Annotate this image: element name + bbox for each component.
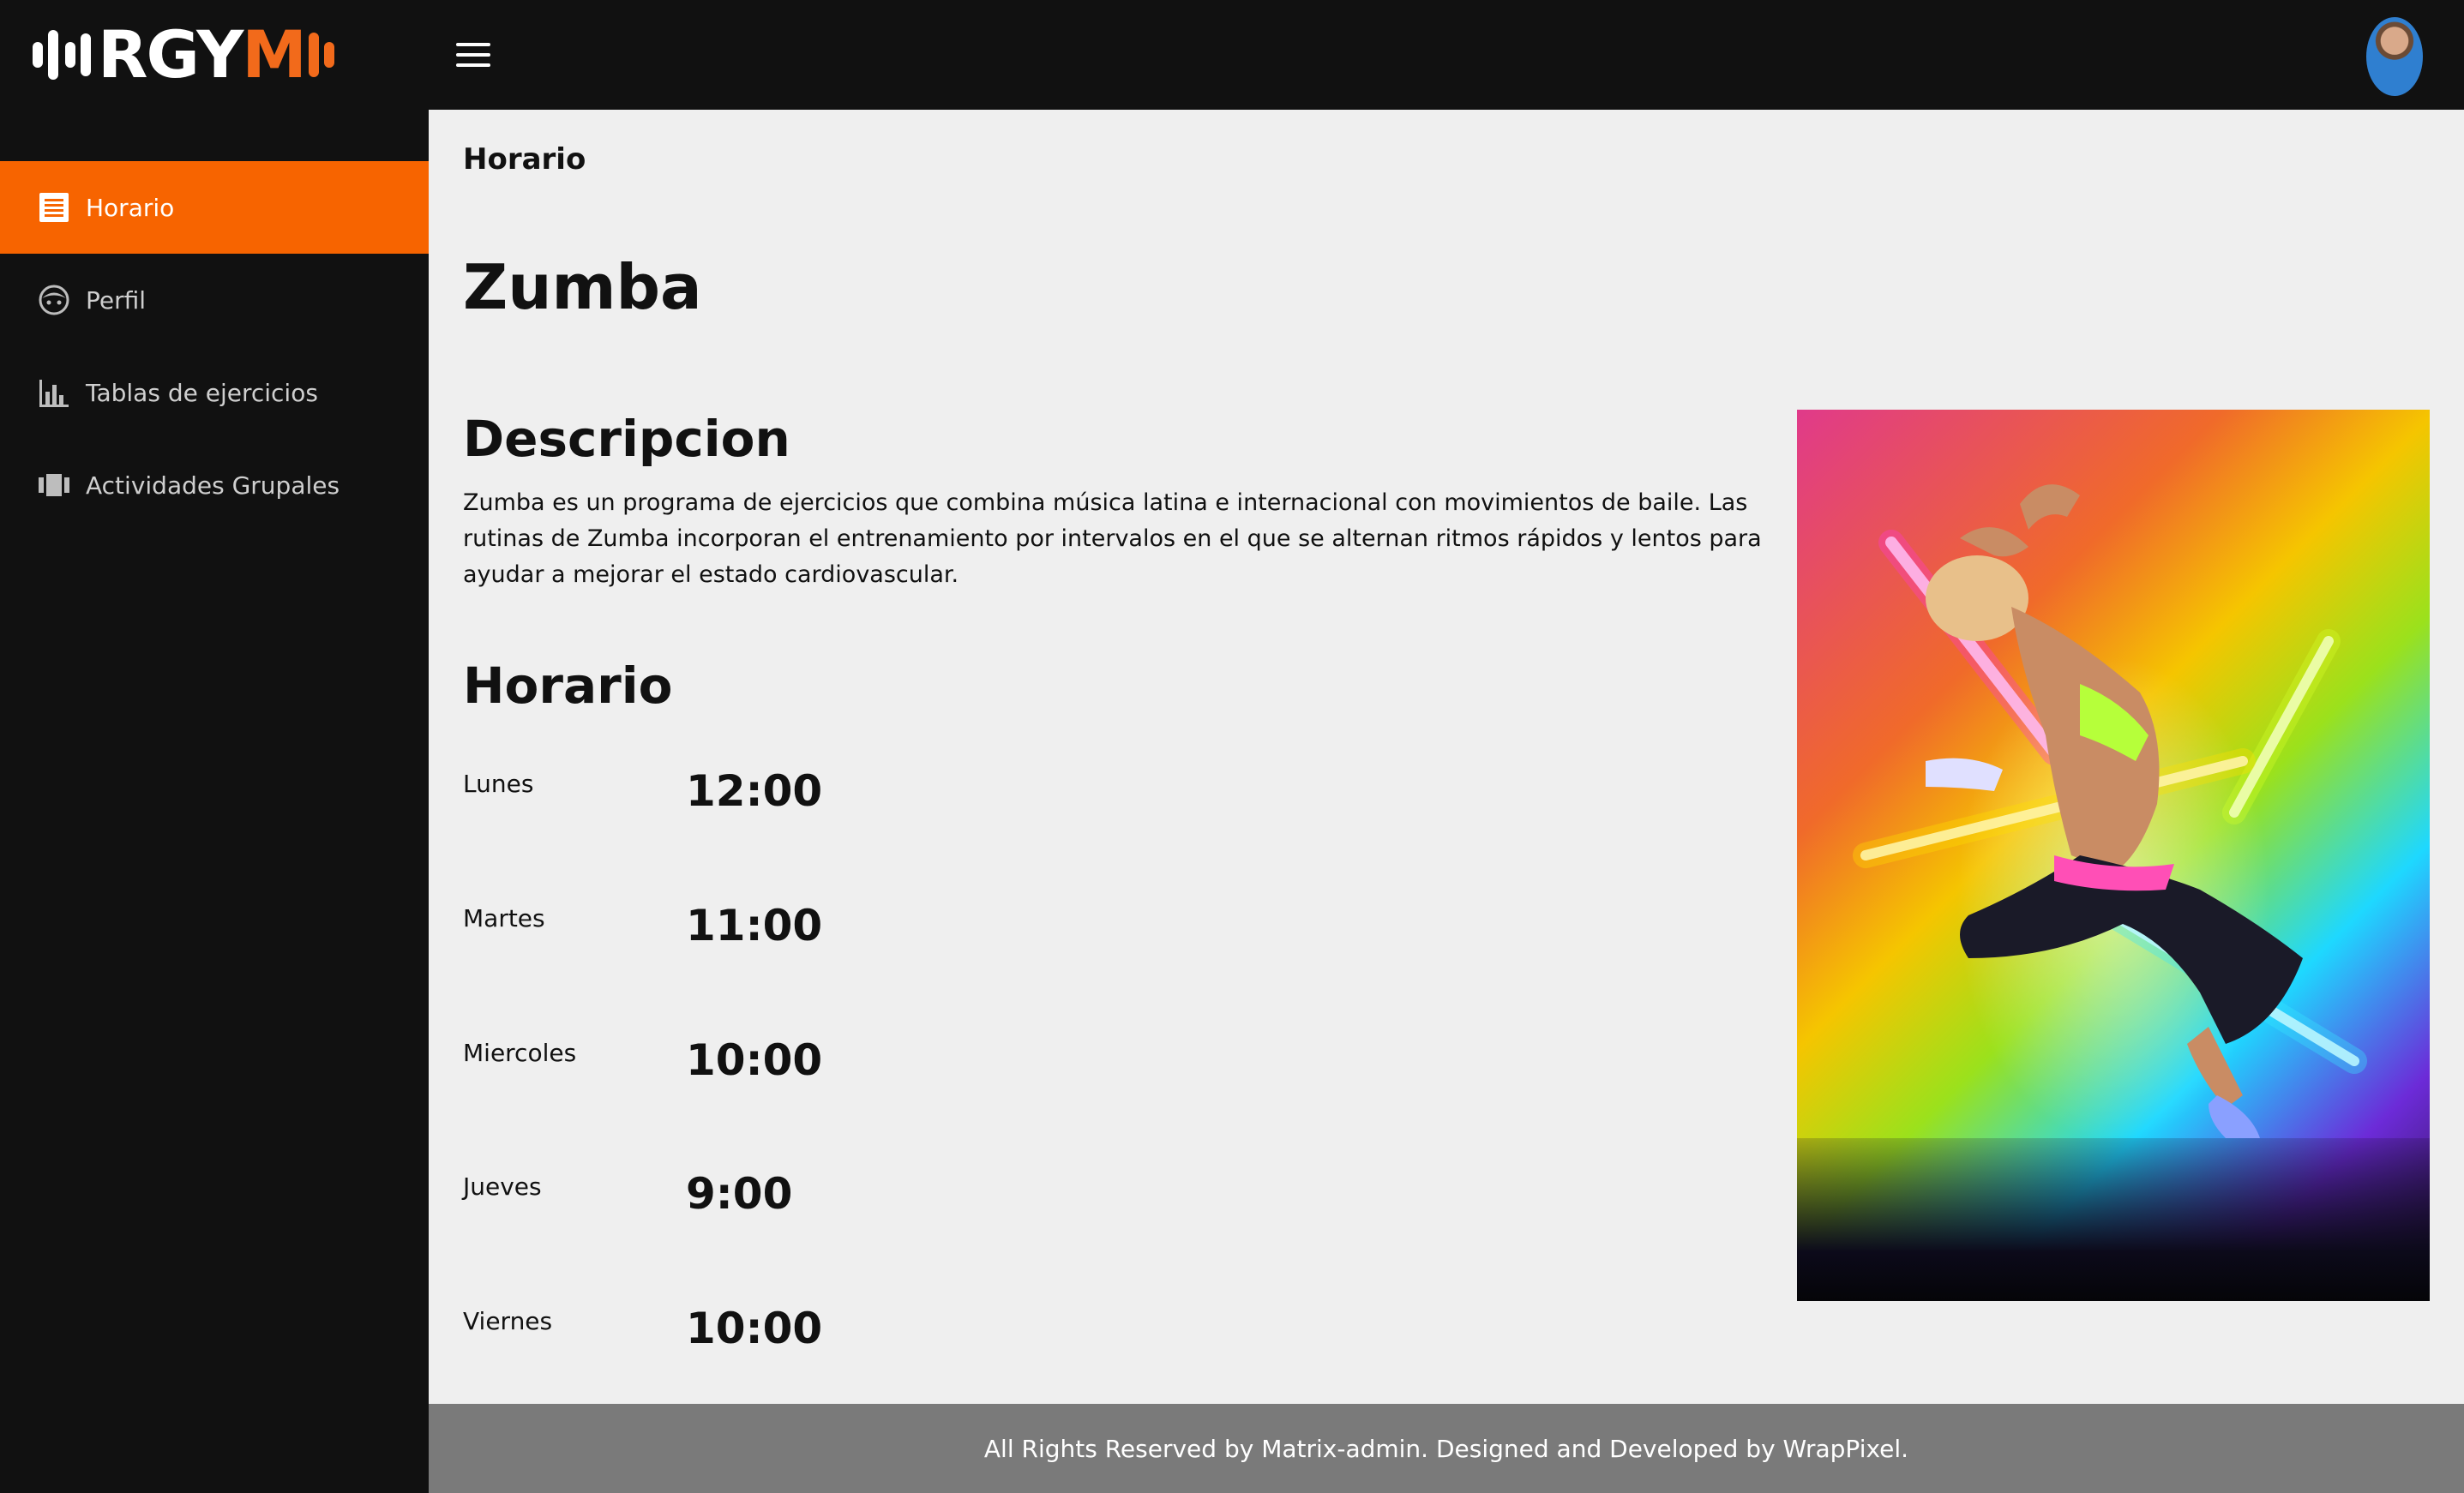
logo[interactable]: RGY M xyxy=(33,22,334,87)
sidebar-item-label: Horario xyxy=(86,193,175,222)
sidebar-item-horario[interactable]: Horario xyxy=(0,161,429,254)
schedule-row: Martes 11:00 xyxy=(463,901,1149,964)
description-text: Zumba es un programa de ejercicios que c… xyxy=(463,489,1762,588)
footer: All Rights Reserved by Matrix-admin. Des… xyxy=(429,1404,2464,1493)
page-title: Zumba xyxy=(463,251,702,323)
group-activity-icon xyxy=(38,469,70,501)
image-floor xyxy=(1797,1138,2430,1301)
sidebar-item-actividades[interactable]: Actividades Grupales xyxy=(0,439,429,531)
equalizer-icon xyxy=(33,30,58,80)
breadcrumb: Horario xyxy=(463,142,586,177)
activity-image xyxy=(1797,410,2430,1301)
bar-chart-icon xyxy=(38,376,70,409)
logo-text: RGY xyxy=(98,16,243,93)
schedule-time: 11:00 xyxy=(686,901,823,950)
schedule-icon xyxy=(38,191,70,224)
schedule-row: Lunes 12:00 xyxy=(463,766,1149,830)
schedule-day: Viernes xyxy=(463,1307,553,1335)
description-heading: Descripcion xyxy=(463,410,790,468)
schedule-time: 10:00 xyxy=(686,1035,823,1085)
schedule-row: Miercoles 10:00 xyxy=(463,1035,1149,1099)
schedule-day: Lunes xyxy=(463,770,534,798)
sidebar-item-label: Actividades Grupales xyxy=(86,471,340,500)
avatar[interactable] xyxy=(2366,17,2423,96)
top-navbar: RGY M xyxy=(0,0,2464,110)
schedule-time: 12:00 xyxy=(686,766,823,816)
schedule-time: 10:00 xyxy=(686,1304,823,1353)
equalizer-icon xyxy=(65,33,91,76)
schedule-day: Miercoles xyxy=(463,1039,577,1067)
equalizer-icon xyxy=(308,33,334,77)
sidebar-item-label: Tablas de ejercicios xyxy=(86,378,318,407)
sidebar-item-tablas[interactable]: Tablas de ejercicios xyxy=(0,346,429,439)
sidebar-item-label: Perfil xyxy=(86,285,147,315)
face-icon xyxy=(38,284,70,316)
schedule-day: Martes xyxy=(463,904,545,932)
schedule-row: Jueves 9:00 xyxy=(463,1169,1149,1232)
footer-text: All Rights Reserved by Matrix-admin. Des… xyxy=(983,1434,1909,1463)
schedule-row: Viernes 10:00 xyxy=(463,1304,1149,1367)
schedule-day: Jueves xyxy=(463,1172,542,1201)
hamburger-icon[interactable] xyxy=(456,43,490,69)
logo-text-accent: M xyxy=(242,16,307,93)
schedule-time: 9:00 xyxy=(686,1169,793,1219)
schedule-heading: Horario xyxy=(463,657,673,715)
sidebar: Horario Perfil Tablas de ejercicios Acti… xyxy=(0,110,429,1493)
sidebar-item-perfil[interactable]: Perfil xyxy=(0,254,429,346)
